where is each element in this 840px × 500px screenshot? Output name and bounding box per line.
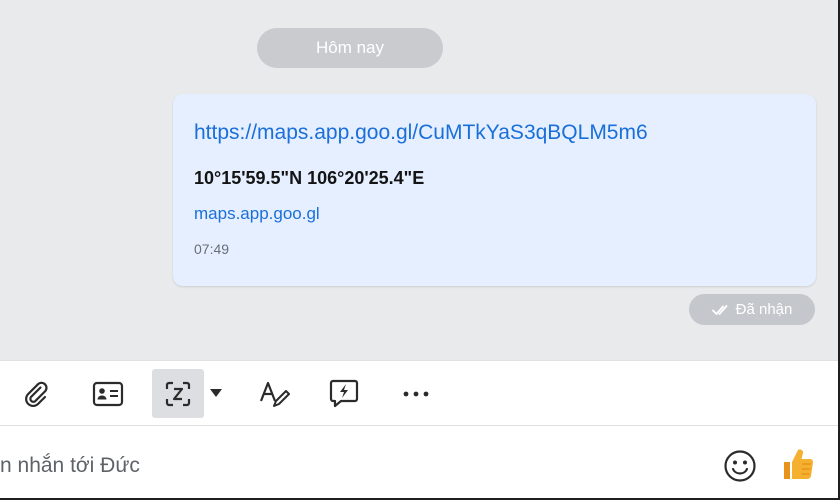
screenshot-button[interactable] (152, 369, 204, 418)
double-check-icon (711, 304, 730, 316)
attach-button[interactable] (16, 369, 56, 418)
screenshot-options-button[interactable] (205, 369, 227, 418)
text-format-button[interactable] (254, 369, 294, 418)
quick-like-button[interactable] (778, 446, 818, 486)
message-composer[interactable]: n nhắn tới Đức (0, 425, 838, 498)
quick-message-icon (328, 378, 360, 410)
message-input[interactable]: n nhắn tới Đức (0, 454, 140, 478)
thumbs-up-icon (780, 446, 816, 487)
message-bubble[interactable]: https://maps.app.goo.gl/CuMTkYaS3qBQLM5m… (173, 94, 816, 286)
chat-window: Hôm nay https://maps.app.goo.gl/CuMTkYaS… (0, 0, 840, 500)
screenshot-icon (163, 379, 193, 409)
message-time: 07:49 (194, 241, 230, 257)
more-options-button[interactable] (396, 369, 436, 418)
emoji-button[interactable] (722, 449, 758, 488)
link-preview-domain[interactable]: maps.app.goo.gl (194, 204, 320, 224)
link-preview-title[interactable]: 10°15'59.5"N 106°20'25.4"E (194, 168, 424, 189)
message-link[interactable]: https://maps.app.goo.gl/CuMTkYaS3qBQLM5m… (194, 121, 648, 145)
date-divider: Hôm nay (257, 28, 443, 68)
send-contact-button[interactable] (88, 369, 128, 418)
contact-card-icon (92, 381, 124, 407)
text-format-icon (258, 379, 290, 409)
delivery-status-label: Đã nhận (735, 301, 793, 318)
delivery-status-badge: Đã nhận (689, 294, 815, 325)
more-icon (401, 390, 431, 398)
caret-down-icon (209, 385, 223, 403)
composer-toolbar (0, 360, 838, 425)
quick-message-button[interactable] (324, 369, 364, 418)
message-list[interactable]: Hôm nay https://maps.app.goo.gl/CuMTkYaS… (0, 0, 838, 360)
emoji-icon (723, 449, 757, 488)
attach-icon (21, 379, 51, 409)
